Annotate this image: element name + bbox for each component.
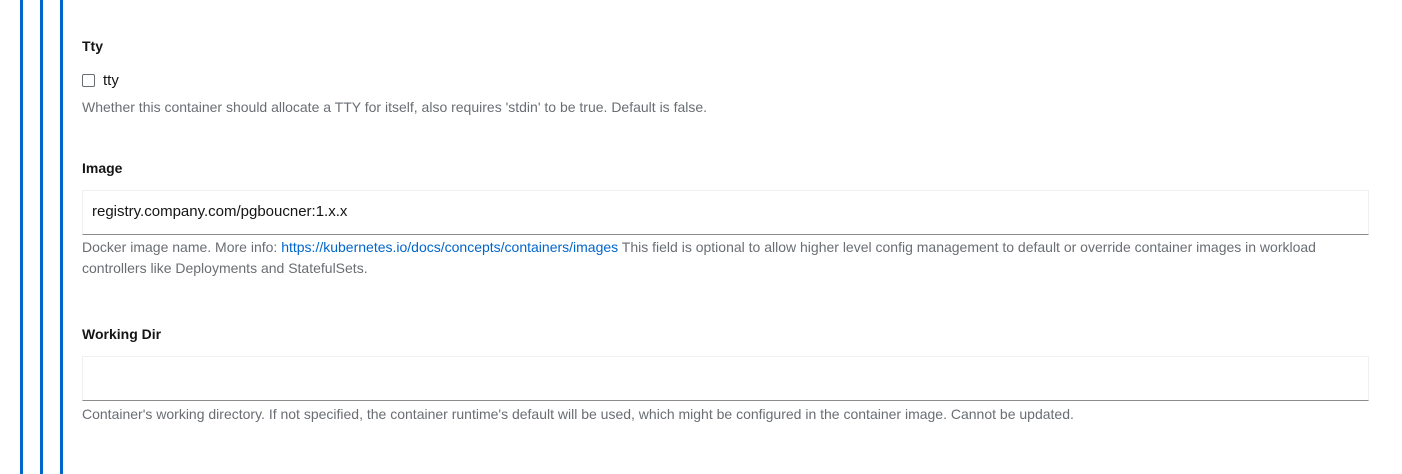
working-dir-label: Working Dir (82, 326, 162, 342)
image-help-prefix: Docker image name. More info: (82, 239, 282, 255)
tty-checkbox-row[interactable]: tty (82, 71, 119, 89)
image-help-text: Docker image name. More info: https://ku… (82, 237, 1369, 279)
image-label: Image (82, 160, 123, 176)
tty-help-text: Whether this container should allocate a… (82, 99, 708, 115)
image-input-value: registry.company.com/pgboucner:1.x.x (92, 203, 348, 220)
image-input[interactable]: registry.company.com/pgboucner:1.x.x (82, 190, 1369, 235)
working-dir-input[interactable] (82, 356, 1369, 401)
nesting-border-3 (60, 0, 63, 474)
tty-checkbox[interactable] (82, 74, 95, 87)
tty-checkbox-label[interactable]: tty (103, 72, 119, 89)
image-docs-link[interactable]: https://kubernetes.io/docs/concepts/cont… (281, 239, 618, 255)
working-dir-help-text: Container's working directory. If not sp… (82, 406, 1074, 422)
tty-label: Tty (82, 38, 103, 54)
nesting-border-1 (20, 0, 23, 474)
nesting-border-2 (40, 0, 43, 474)
